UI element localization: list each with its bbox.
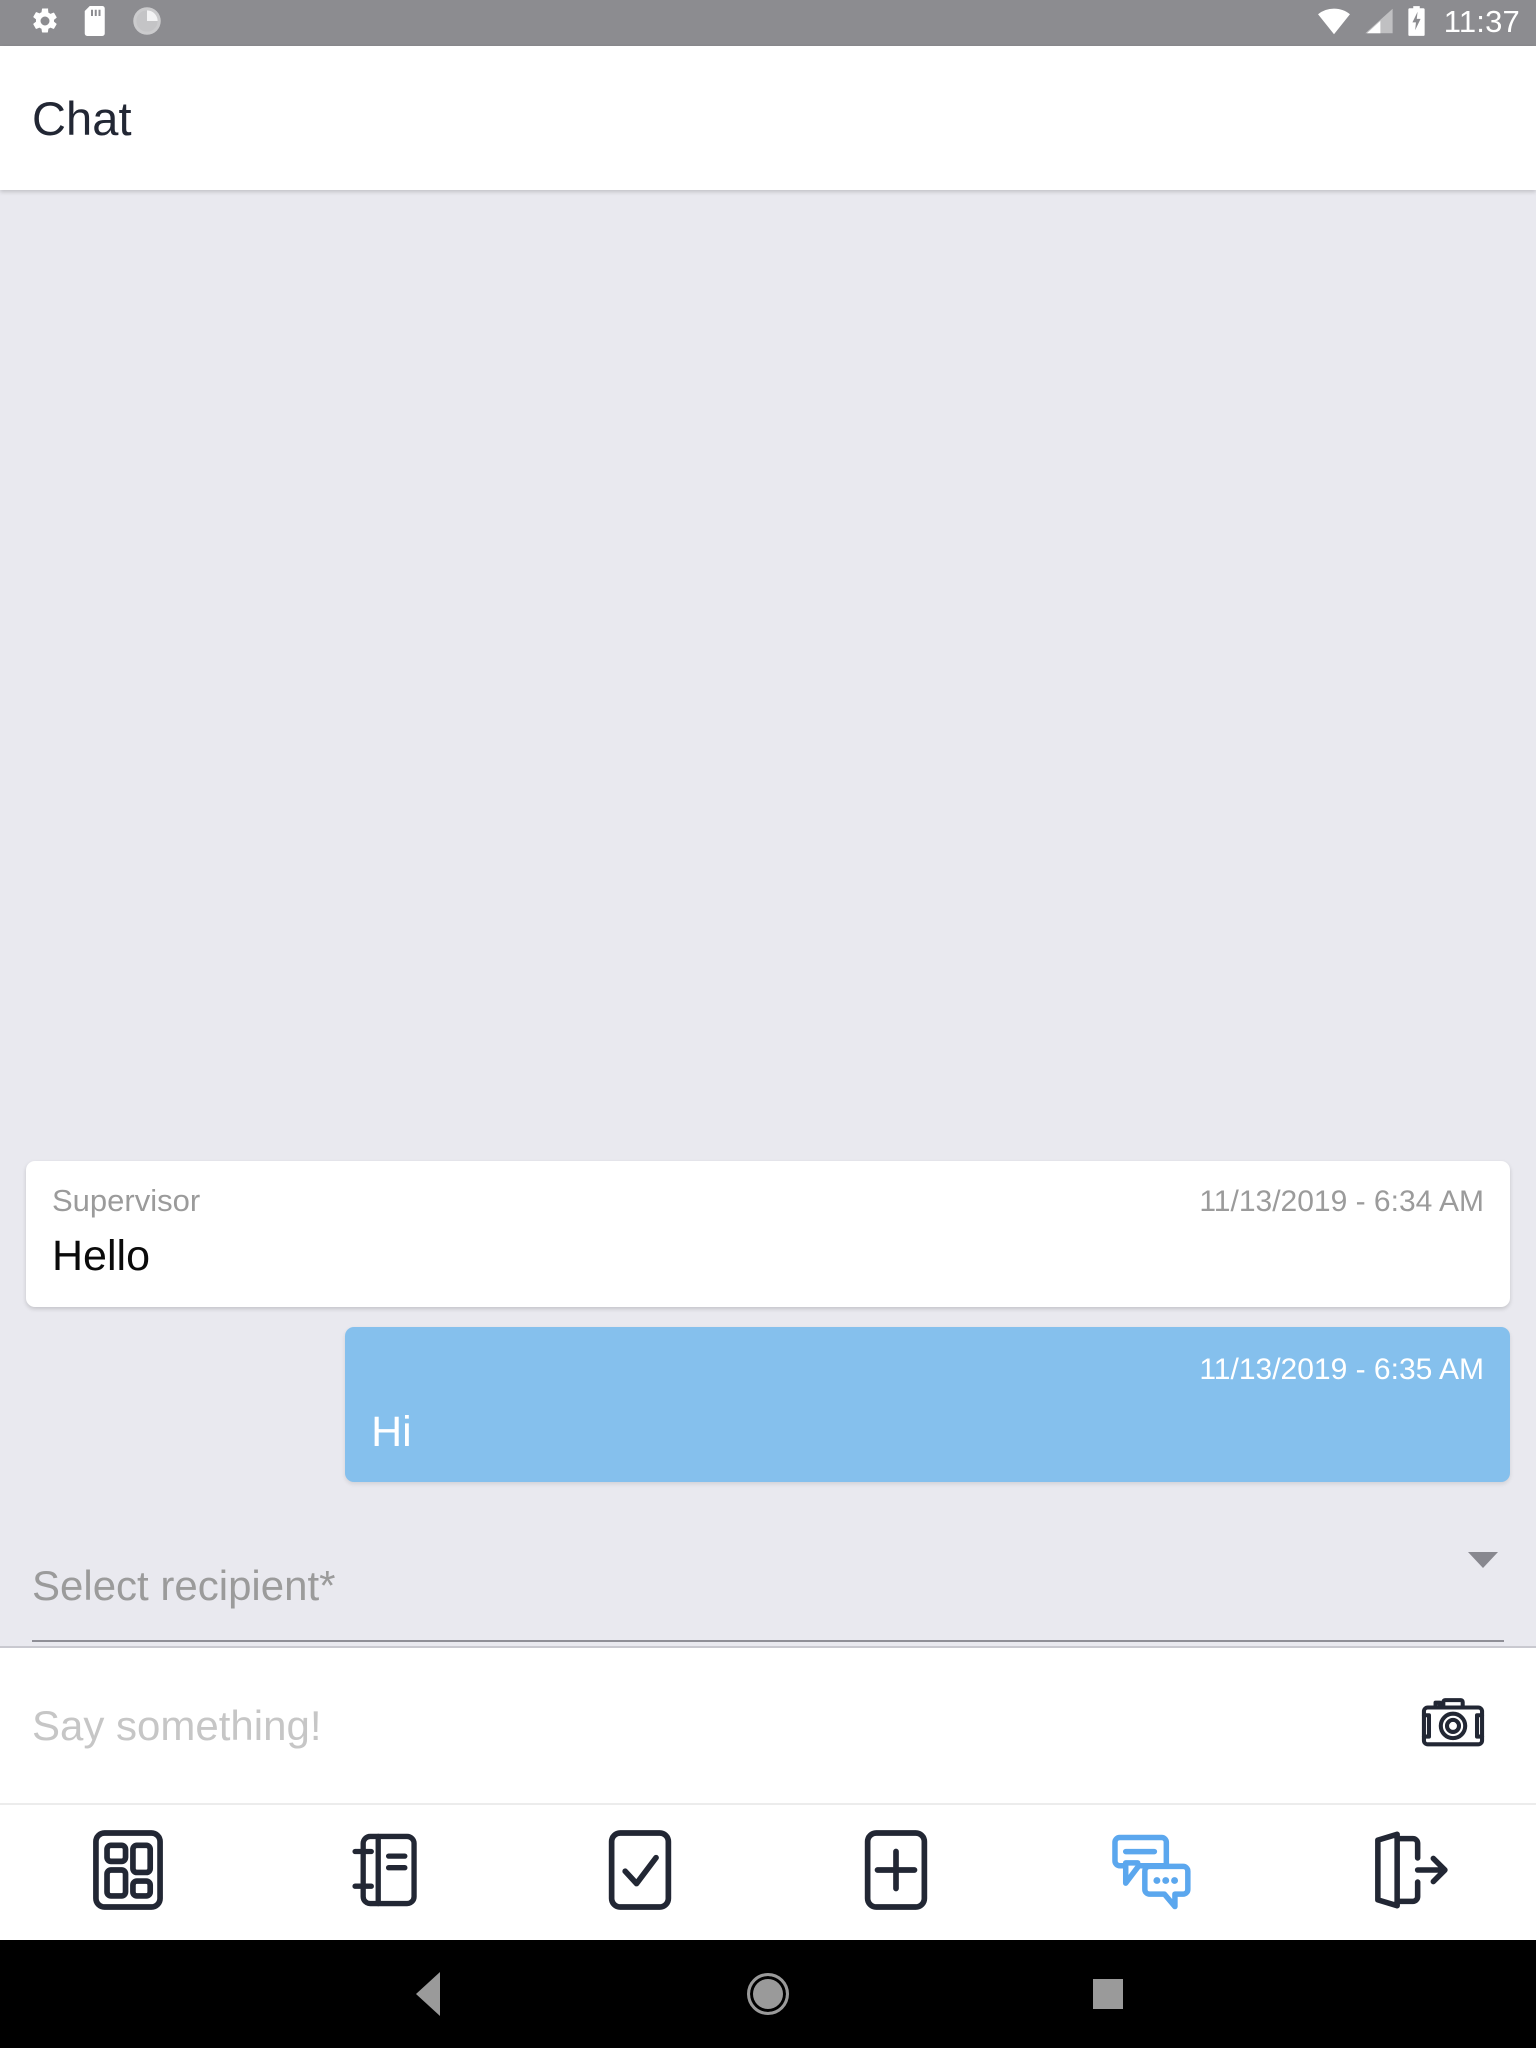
status-bar-left-icons xyxy=(30,5,162,41)
recipient-select-placeholder: Select recipient* xyxy=(32,1562,336,1609)
chat-screen: 11:37 Chat Supervisor 11/13/2019 - 6:34 … xyxy=(0,0,1536,2048)
nav-item-add[interactable] xyxy=(832,1821,960,1925)
nav-item-dashboard[interactable] xyxy=(64,1821,192,1925)
message-row-incoming: Supervisor 11/13/2019 - 6:34 AM Hello xyxy=(26,1161,1510,1307)
back-triangle-icon xyxy=(416,1972,440,2016)
sync-circle-icon xyxy=(132,6,162,41)
notebook-icon xyxy=(347,1828,421,1917)
message-list: Supervisor 11/13/2019 - 6:34 AM Hello 11… xyxy=(0,1161,1536,1502)
chat-bubbles-icon xyxy=(1109,1830,1195,1915)
message-text: Hi xyxy=(371,1407,412,1456)
chevron-down-icon[interactable] xyxy=(1468,1552,1498,1568)
message-text: Hello xyxy=(52,1232,150,1281)
message-row-outgoing: 11/13/2019 - 6:35 AM Hi xyxy=(26,1326,1510,1482)
recipient-select[interactable]: Select recipient* xyxy=(32,1532,1504,1642)
camera-button[interactable] xyxy=(1410,1683,1496,1769)
plus-square-icon xyxy=(859,1828,933,1917)
recents-button[interactable] xyxy=(1063,1949,1153,2039)
recents-square-icon xyxy=(1093,1979,1123,2009)
app-title-bar: Chat xyxy=(0,46,1536,190)
status-bar: 11:37 xyxy=(0,0,1536,46)
nav-item-journal[interactable] xyxy=(320,1821,448,1925)
home-button[interactable] xyxy=(723,1949,813,2039)
message-bubble-outgoing[interactable]: 11/13/2019 - 6:35 AM Hi xyxy=(345,1326,1510,1482)
sd-card-icon xyxy=(84,5,108,41)
status-bar-clock: 11:37 xyxy=(1443,4,1520,39)
message-input-bar: Say something! xyxy=(0,1648,1536,1803)
message-header: Supervisor 11/13/2019 - 6:34 AM xyxy=(52,1183,1484,1221)
page-title: Chat xyxy=(32,91,132,145)
back-button[interactable] xyxy=(383,1949,473,2039)
message-sender: Supervisor xyxy=(52,1183,201,1219)
nav-item-tasks[interactable] xyxy=(576,1821,704,1925)
message-header: 11/13/2019 - 6:35 AM xyxy=(371,1353,1484,1391)
logout-door-icon xyxy=(1367,1828,1449,1917)
battery-charging-icon xyxy=(1407,5,1426,41)
settings-gear-icon xyxy=(30,6,60,41)
message-timestamp: 11/13/2019 - 6:34 AM xyxy=(1199,1185,1484,1219)
checklist-icon xyxy=(603,1828,677,1917)
message-timestamp: 11/13/2019 - 6:35 AM xyxy=(1199,1352,1484,1386)
android-system-nav xyxy=(0,1940,1536,2048)
chat-message-area: Supervisor 11/13/2019 - 6:34 AM Hello 11… xyxy=(0,190,1536,1646)
bottom-navigation xyxy=(0,1805,1536,1940)
status-bar-right-icons: 11:37 xyxy=(1317,4,1520,42)
message-input[interactable]: Say something! xyxy=(32,1702,1410,1750)
home-circle-icon xyxy=(747,1973,789,2015)
cell-signal-icon xyxy=(1364,7,1394,40)
wifi-icon xyxy=(1317,7,1351,40)
camera-icon xyxy=(1418,1692,1488,1759)
message-bubble-incoming[interactable]: Supervisor 11/13/2019 - 6:34 AM Hello xyxy=(26,1161,1510,1307)
nav-item-logout[interactable] xyxy=(1344,1821,1472,1925)
nav-item-chat[interactable] xyxy=(1088,1821,1216,1925)
recipient-select-container: Select recipient* xyxy=(0,1502,1536,1642)
dashboard-grid-icon xyxy=(91,1828,165,1917)
